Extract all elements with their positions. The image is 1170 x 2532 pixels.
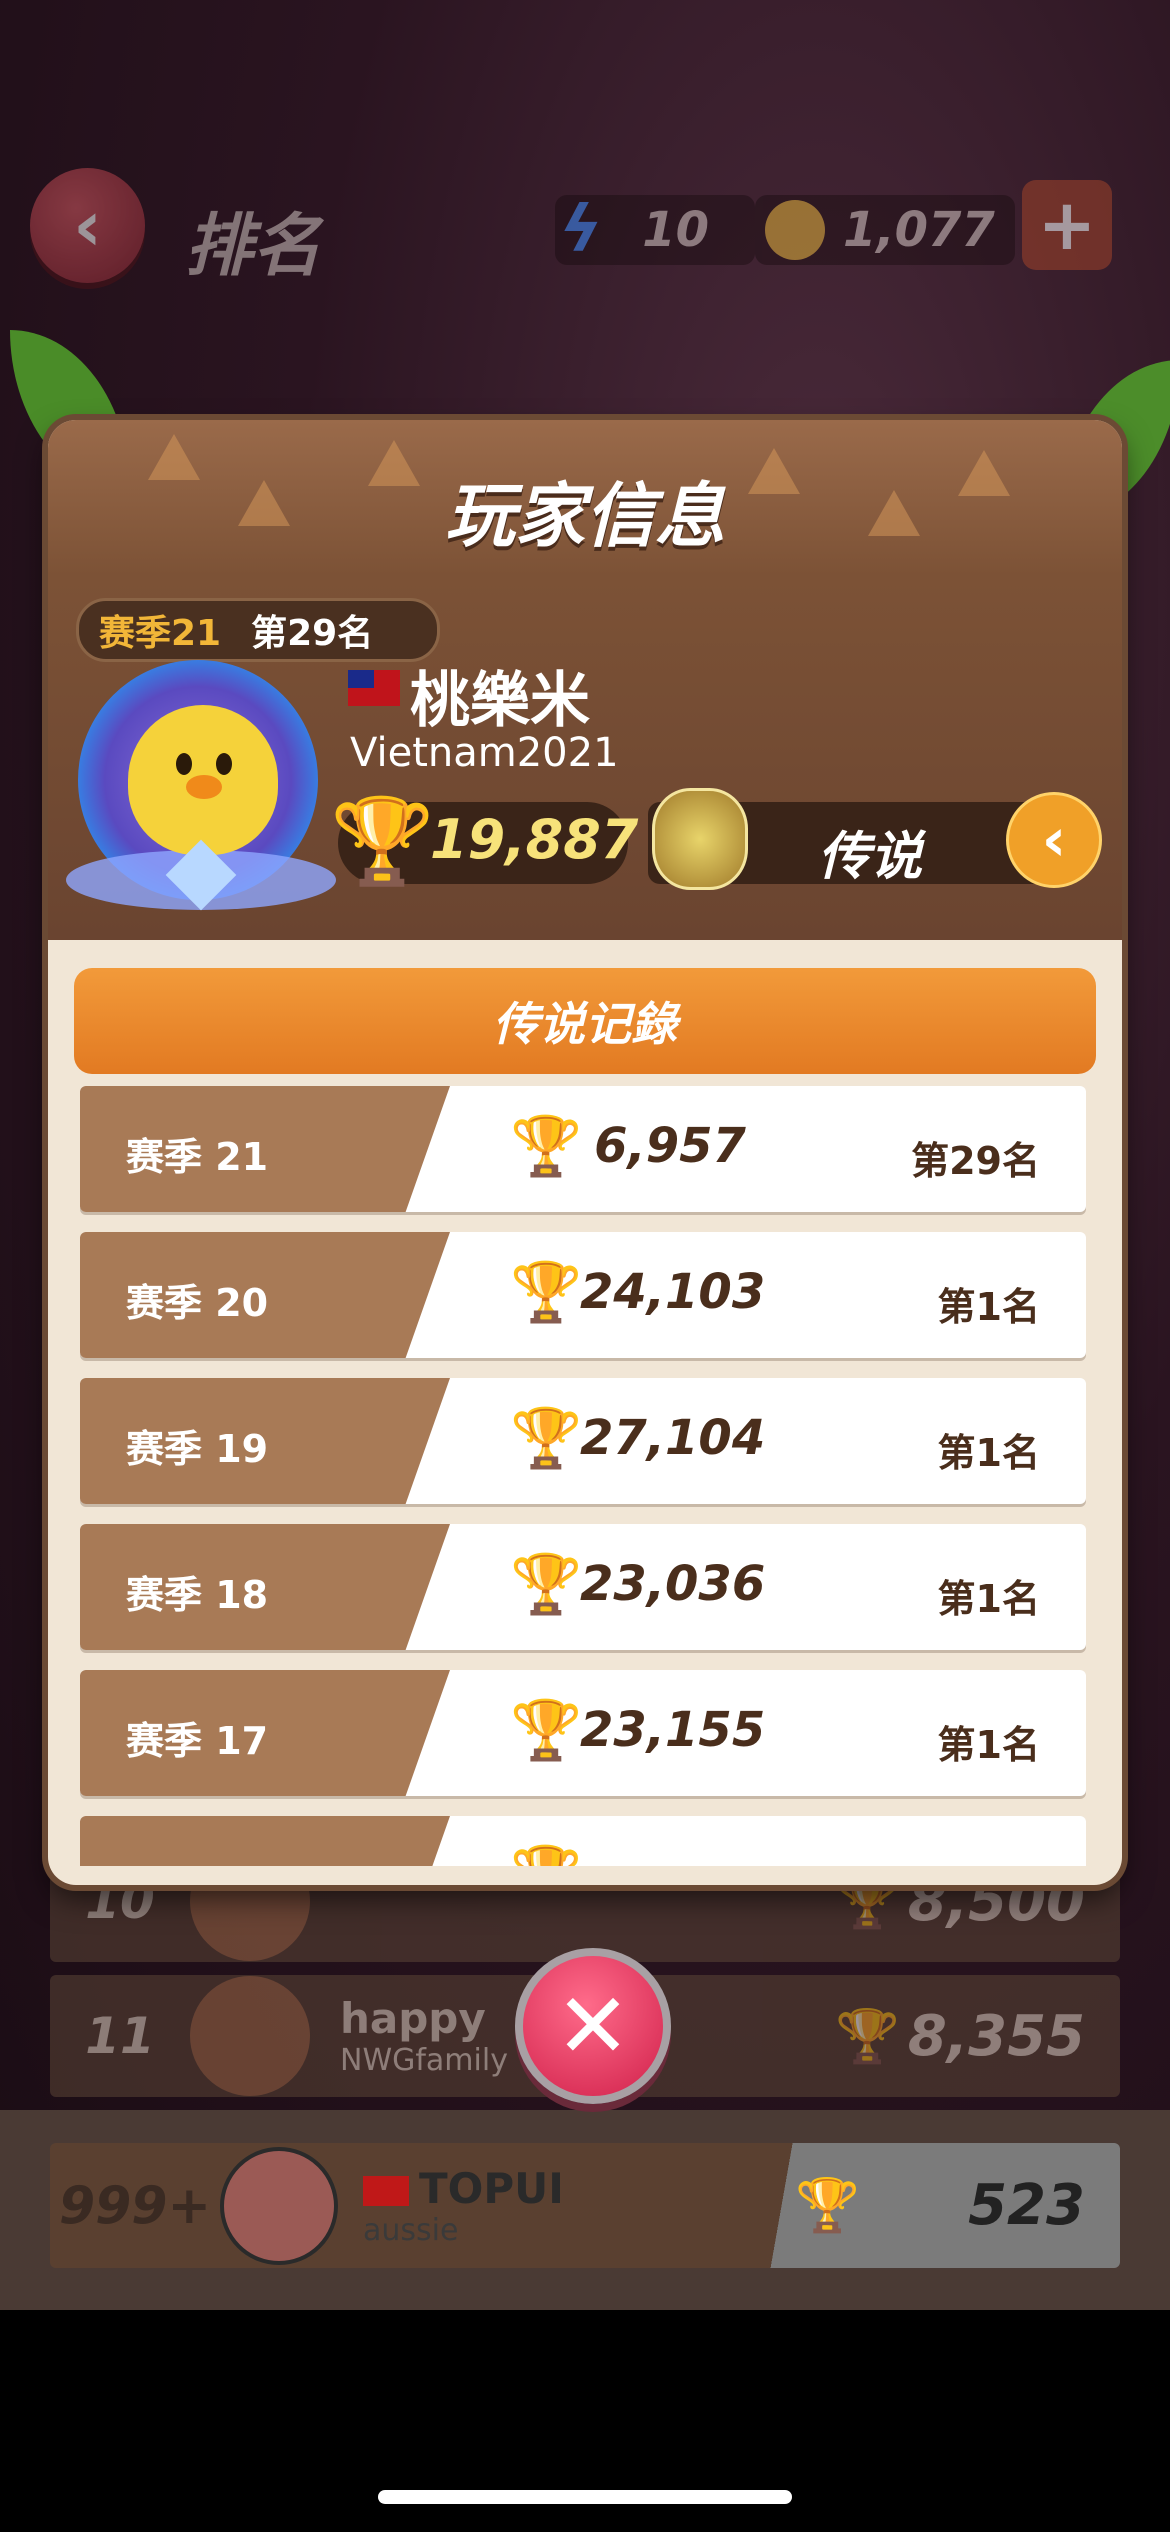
row-score: 8,355 xyxy=(907,2003,1085,2069)
home-indicator[interactable] xyxy=(378,2490,792,2504)
modal-title: 玩家信息 xyxy=(445,475,725,557)
record-rank: 第1名 xyxy=(937,1577,1040,1621)
close-button[interactable]: ✕ xyxy=(515,1948,671,2104)
row-rank: 11 xyxy=(85,2007,155,2065)
energy-counter: ϟ 10 xyxy=(555,193,755,267)
self-subname: aussie xyxy=(363,2212,459,2248)
avatar xyxy=(190,1976,310,2096)
self-score: 523 xyxy=(968,2173,1085,2238)
record-trophies: 24,103 xyxy=(580,1264,766,1320)
trophy-icon: 🏆 xyxy=(510,1696,583,1764)
player-name: 桃樂米 xyxy=(410,666,590,736)
row-name-text: happy xyxy=(340,1994,486,2043)
trophy-icon: 🏆 xyxy=(510,1258,583,1326)
records-list[interactable]: 赛季 21 🏆 6,957 第29名 赛季 20 🏆 24,103 第1名 赛季… xyxy=(80,1086,1092,1866)
record-row: 🏆 xyxy=(80,1816,1086,1866)
record-rank: 第29名 xyxy=(911,1139,1040,1183)
row-season-bg xyxy=(80,1816,450,1866)
record-season: 赛季 21 xyxy=(126,1135,269,1179)
flag-icon xyxy=(363,2176,409,2206)
record-row: 赛季 21 🏆 6,957 第29名 xyxy=(80,1086,1086,1212)
trophy-icon: 🏆 xyxy=(510,1112,583,1180)
league-name: 传说 xyxy=(818,827,923,887)
chevron-left-icon: ‹ xyxy=(73,184,102,267)
record-row: 赛季 18 🏆 23,036 第1名 xyxy=(80,1524,1086,1650)
beak-decoration xyxy=(186,775,222,799)
record-trophies: 6,957 xyxy=(594,1118,746,1174)
coin-counter: 1,077 xyxy=(755,195,1015,265)
season-rank: 第29名 xyxy=(251,613,374,654)
energy-value: 10 xyxy=(642,202,710,258)
record-season: 赛季 20 xyxy=(126,1281,269,1325)
trophy-icon: 🏆 xyxy=(510,1842,582,1866)
trophy-count: 19,887 xyxy=(430,808,639,871)
record-rank: 第1名 xyxy=(937,1723,1040,1767)
coin-icon xyxy=(765,200,825,260)
row-name: happy NWGfamily xyxy=(340,1994,508,2078)
record-rank: 第1名 xyxy=(937,1285,1040,1329)
player-info-modal: 玩家信息 赛季21 第29名 桃樂米 Vietnam2021 🏆 19,887 … xyxy=(48,420,1122,1885)
record-row: 赛季 20 🏆 24,103 第1名 xyxy=(80,1232,1086,1358)
record-trophies: 23,036 xyxy=(580,1556,766,1612)
close-icon: ✕ xyxy=(555,1973,631,2079)
trophy-icon: 🏆 xyxy=(510,1404,583,1472)
player-id: Vietnam2021 xyxy=(350,730,619,776)
lightning-icon: ϟ xyxy=(560,193,603,267)
league-info-button[interactable]: ‹ xyxy=(1006,792,1102,888)
record-rank: 第1名 xyxy=(937,1431,1040,1475)
season-badge: 赛季21 第29名 xyxy=(76,598,440,662)
self-name-text: TOPUI xyxy=(419,2163,564,2213)
avatar xyxy=(220,2146,338,2265)
add-coins-button[interactable]: + xyxy=(1022,180,1112,270)
coin-value: 1,077 xyxy=(843,202,995,258)
legend-records-header: 传说记錄 xyxy=(74,968,1096,1074)
flag-icon xyxy=(348,670,400,706)
league-badge-icon xyxy=(652,788,748,890)
trophy-icon: 🏆 xyxy=(330,792,435,890)
trophy-icon: 🏆 xyxy=(795,2176,860,2236)
record-trophies: 27,104 xyxy=(580,1410,766,1466)
page-title: 排名 xyxy=(185,207,322,286)
record-trophies: 23,155 xyxy=(580,1702,766,1758)
chevron-left-icon: ‹ xyxy=(1041,805,1067,875)
trophy-icon: 🏆 xyxy=(835,2006,900,2067)
record-season: 赛季 19 xyxy=(126,1427,269,1471)
row-subname: NWGfamily xyxy=(340,2043,508,2078)
trophy-icon: 🏆 xyxy=(510,1550,583,1618)
record-season: 赛季 18 xyxy=(126,1573,269,1617)
record-row: 赛季 19 🏆 27,104 第1名 xyxy=(80,1378,1086,1504)
record-season: 赛季 17 xyxy=(126,1719,269,1763)
season-label: 赛季21 xyxy=(99,613,222,654)
back-button[interactable]: ‹ xyxy=(30,168,145,283)
self-name: TOPUI aussie xyxy=(363,2164,564,2248)
record-row: 赛季 17 🏆 23,155 第1名 xyxy=(80,1670,1086,1796)
self-rank: 999+ xyxy=(58,2175,212,2236)
self-rank-row[interactable]: 999+ TOPUI aussie 🏆 523 xyxy=(50,2143,1120,2268)
